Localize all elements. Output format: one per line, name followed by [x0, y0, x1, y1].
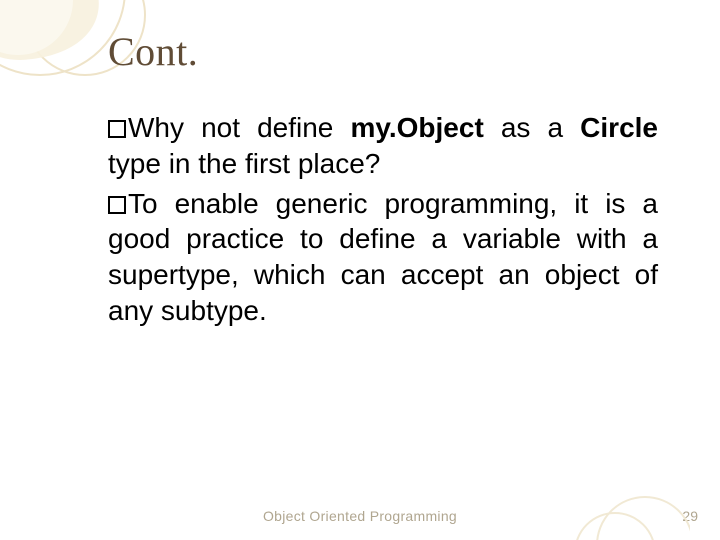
- text-fragment: Why not define: [128, 112, 350, 143]
- footer-text: Object Oriented Programming: [0, 508, 720, 524]
- bullet-2: To enable generic programming, it is a g…: [108, 186, 658, 329]
- slide-title: Cont.: [108, 28, 198, 75]
- term-myobject: my.Object: [350, 112, 483, 143]
- page-number: 29: [682, 508, 698, 524]
- text-fragment: type in the first place?: [108, 148, 380, 179]
- slide-body: Why not define my.Object as a Circle typ…: [108, 110, 658, 333]
- bullet-1: Why not define my.Object as a Circle typ…: [108, 110, 658, 182]
- slide: Cont. Why not define my.Object as a Circ…: [0, 0, 720, 540]
- text-fragment: To enable generic programming, it is a g…: [108, 188, 658, 326]
- term-circle: Circle: [580, 112, 658, 143]
- text-fragment: as a: [484, 112, 580, 143]
- checkbox-bullet-icon: [108, 120, 126, 138]
- checkbox-bullet-icon: [108, 196, 126, 214]
